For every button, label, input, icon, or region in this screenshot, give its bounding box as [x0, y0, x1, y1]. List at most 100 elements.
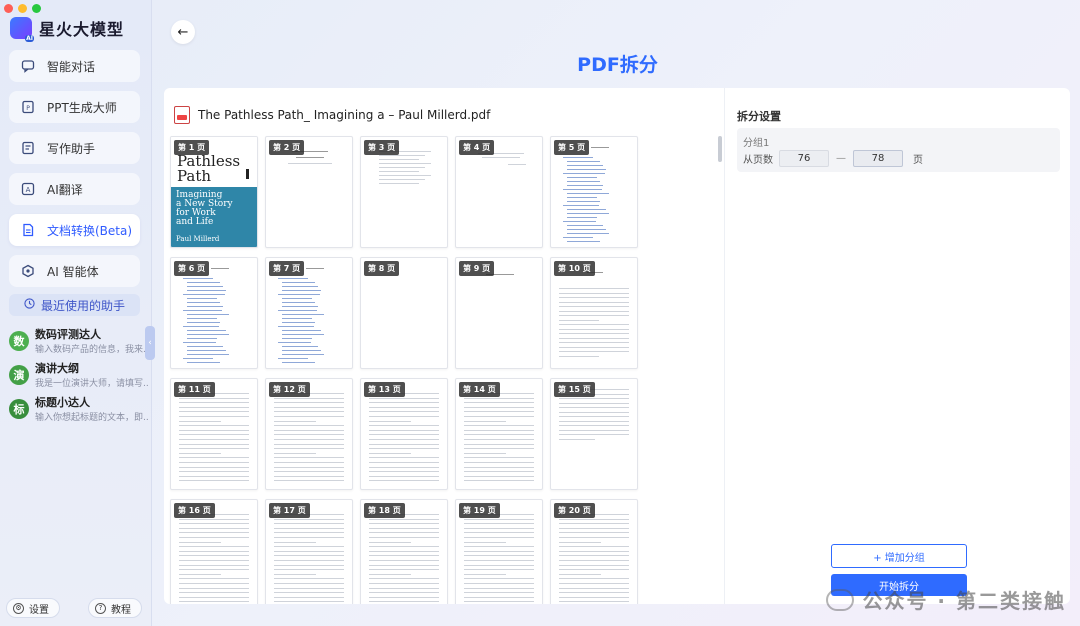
- from-page-input[interactable]: 76: [779, 150, 829, 167]
- sidebar-item-doc-convert[interactable]: 文档转换(Beta): [9, 214, 140, 246]
- page-thumbnail[interactable]: 第 14 页: [455, 378, 543, 490]
- to-page-input[interactable]: 78: [853, 150, 903, 167]
- sidebar-collapse-handle[interactable]: ‹: [145, 326, 155, 360]
- translate-icon: A: [20, 181, 36, 197]
- page-thumbnail[interactable]: 第 13 页: [360, 378, 448, 490]
- text-line: [563, 189, 602, 190]
- assistant-item[interactable]: 演 演讲大纲 我是一位演讲大师，请填写...: [9, 360, 149, 392]
- maximize-window-button[interactable]: [32, 4, 41, 13]
- text-line: [179, 411, 249, 413]
- text-line: [464, 402, 534, 404]
- sidebar-item-label: AI 智能体: [47, 264, 99, 279]
- text-line: [274, 518, 344, 520]
- page-thumbnail[interactable]: 第 7 页: [265, 257, 353, 369]
- text-line: [369, 475, 439, 477]
- page-thumbnail[interactable]: 第 11 页: [170, 378, 258, 490]
- cover-subtitle-line: and Life: [176, 217, 214, 227]
- page-thumbnail[interactable]: 第 6 页: [170, 257, 258, 369]
- text-line: [278, 294, 320, 295]
- text-line: [369, 462, 439, 463]
- assistant-item[interactable]: 数 数码评测达人 输入数码产品的信息，我来...: [9, 326, 149, 358]
- text-line: [369, 439, 439, 440]
- cover-title-line: Path: [177, 167, 212, 185]
- text-line: [369, 569, 439, 571]
- text-line: [464, 466, 534, 468]
- text-line: [369, 550, 439, 552]
- page-label: 第 20 页: [554, 503, 595, 518]
- text-line: [559, 402, 629, 404]
- assistant-item[interactable]: 标 标题小达人 输入你想起标题的文本，即...: [9, 394, 149, 426]
- text-line: [274, 425, 344, 427]
- page-label: 第 11 页: [174, 382, 215, 397]
- text-line: [464, 406, 534, 408]
- preview-scrollbar[interactable]: [718, 136, 722, 162]
- text-line: [369, 457, 439, 459]
- text-line: [369, 583, 439, 584]
- page-thumbnail[interactable]: 第 8 页: [360, 257, 448, 369]
- text-line: [369, 448, 439, 450]
- text-line: [559, 596, 629, 598]
- text-line: [464, 397, 534, 399]
- page-thumbnail[interactable]: 第 20 页: [550, 499, 638, 604]
- text-line: [379, 171, 419, 172]
- page-thumbnail[interactable]: 第 18 页: [360, 499, 448, 604]
- text-line: [508, 164, 526, 165]
- page-thumbnail[interactable]: 第 9 页: [455, 257, 543, 369]
- back-button[interactable]: ←: [171, 20, 195, 44]
- text-line: [567, 217, 597, 218]
- tutorial-button[interactable]: ? 教程: [88, 598, 142, 618]
- text-line: [559, 292, 629, 294]
- text-line: [567, 185, 603, 186]
- text-line: [464, 564, 534, 566]
- page-thumbnail[interactable]: 第 17 页: [265, 499, 353, 604]
- text-line: [274, 587, 344, 589]
- page-thumbnail[interactable]: 第 4 页: [455, 136, 543, 248]
- add-group-button[interactable]: + 增加分组: [831, 544, 967, 568]
- page-thumbnail[interactable]: 第 5 页: [550, 136, 638, 248]
- settings-button[interactable]: ⚙ 设置: [6, 598, 60, 618]
- page-thumbnail[interactable]: 第 19 页: [455, 499, 543, 604]
- minimize-window-button[interactable]: [18, 4, 27, 13]
- text-line: [179, 560, 249, 561]
- window-controls: [4, 4, 41, 13]
- page-thumbnail[interactable]: 第 16 页: [170, 499, 258, 604]
- sidebar-item-label: 文档转换(Beta): [47, 223, 133, 238]
- text-line: [369, 527, 439, 529]
- page-thumbnail[interactable]: 第 3 页: [360, 136, 448, 248]
- app-logo-icon: [10, 17, 35, 42]
- text-line: [274, 592, 344, 594]
- sidebar-item-writing[interactable]: 写作助手: [9, 132, 140, 164]
- text-line: [179, 406, 249, 408]
- sidebar-item-ppt[interactable]: P PPT生成大师: [9, 91, 140, 123]
- ppt-icon: P: [20, 99, 36, 115]
- text-line: [179, 434, 249, 436]
- sidebar-item-agent[interactable]: AI 智能体: [9, 255, 140, 287]
- text-line: [559, 438, 595, 440]
- text-line: [274, 439, 344, 440]
- text-line: [559, 315, 629, 316]
- sidebar-item-label: 智能对话: [47, 59, 96, 74]
- text-line: [369, 406, 439, 408]
- page-thumbnail[interactable]: 第 2 页: [265, 136, 353, 248]
- settings-title: 拆分设置: [737, 110, 781, 123]
- text-line: [179, 518, 249, 520]
- page-thumbnail[interactable]: 第 1 页 Pathless Path Imagining a New Stor…: [170, 136, 258, 248]
- text-line: [179, 480, 249, 482]
- page-thumbnail[interactable]: 第 15 页: [550, 378, 638, 490]
- page-thumbnail[interactable]: 第 12 页: [265, 378, 353, 490]
- sidebar-item-chat[interactable]: 智能对话: [9, 50, 140, 82]
- close-window-button[interactable]: [4, 4, 13, 13]
- text-line: [559, 301, 629, 303]
- page-thumbnail[interactable]: 第 10 页: [550, 257, 638, 369]
- text-line: [379, 155, 425, 156]
- text-line: [187, 346, 223, 347]
- text-line: [179, 537, 249, 538]
- start-split-button[interactable]: 开始拆分: [831, 574, 967, 596]
- text-line: [282, 282, 315, 283]
- text-line: [274, 429, 344, 431]
- text-line: [274, 406, 344, 408]
- text-line: [274, 564, 344, 566]
- recent-assistants-header[interactable]: 最近使用的助手: [9, 294, 140, 316]
- sidebar-item-translate[interactable]: A AI翻译: [9, 173, 140, 205]
- text-line: [179, 578, 249, 580]
